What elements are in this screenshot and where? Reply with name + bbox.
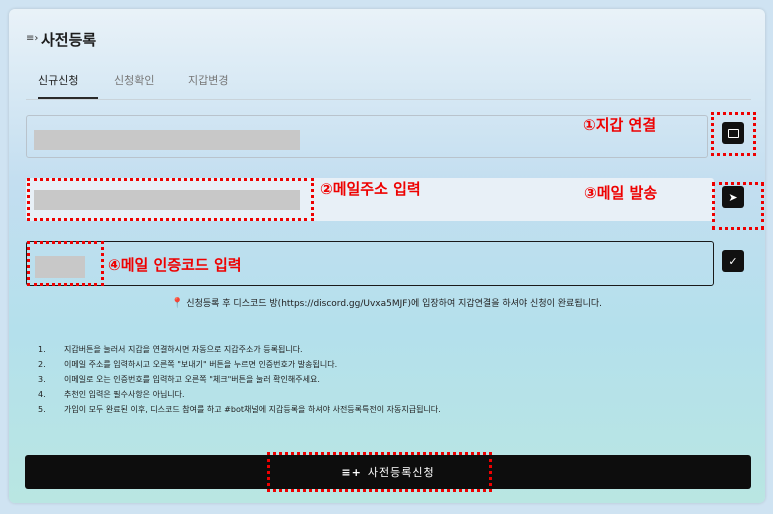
redacted-wallet-address xyxy=(34,130,300,150)
annotation-wallet: ①지갑 연결 xyxy=(583,116,657,134)
instruction-list: 1. 지갑버튼을 눌러서 지갑을 연결하시면 자동으로 지갑주소가 등록됩니다. … xyxy=(38,342,441,417)
list-item: 3. 이메일로 오는 인증번호를 입력하고 오른쪽 "체크"버튼을 눌러 확인해주… xyxy=(38,375,320,384)
tab-change-wallet[interactable]: 지갑변경 xyxy=(188,72,228,88)
list-item: 5. 가입이 모두 완료된 이후, 디스코드 참여를 하고 #bot채널에 지갑등… xyxy=(38,405,441,414)
annotation-send: ③메일 발송 xyxy=(584,184,658,202)
discord-notice-text: 신청등록 후 디스코드 방(https://discord.gg/Uvxa5MJ… xyxy=(186,299,603,309)
annotation-code: ④메일 인증코드 입력 xyxy=(108,256,242,274)
pin-icon: 📍 xyxy=(170,298,184,309)
tab-divider xyxy=(26,99,751,100)
page-title: 사전등록 xyxy=(41,31,97,49)
check-code-button[interactable]: ✓ xyxy=(722,250,744,272)
check-icon: ✓ xyxy=(728,254,738,268)
send-button-highlight xyxy=(712,182,764,230)
list-item: 2. 이메일 주소를 입력하시고 오른쪽 "보내기" 버튼을 누르면 인증번호가 … xyxy=(38,360,338,369)
annotation-email: ②메일주소 입력 xyxy=(320,180,421,198)
wallet-button-highlight xyxy=(711,112,756,156)
list-icon: ≡› xyxy=(26,33,39,44)
list-item: 4. 추천인 입력은 필수사항은 아닙니다. xyxy=(38,390,185,399)
email-field-highlight xyxy=(27,178,314,221)
tab-new-application[interactable]: 신규신청 xyxy=(38,72,78,88)
active-tab-indicator xyxy=(38,97,98,99)
tab-check-application[interactable]: 신청확인 xyxy=(114,72,154,88)
discord-notice: 📍 신청등록 후 디스코드 방(https://discord.gg/Uvxa5… xyxy=(0,296,773,309)
list-item: 1. 지갑버튼을 눌러서 지갑을 연결하시면 자동으로 지갑주소가 등록됩니다. xyxy=(38,345,303,354)
submit-button-highlight xyxy=(267,452,492,492)
code-field-highlight xyxy=(27,241,104,286)
